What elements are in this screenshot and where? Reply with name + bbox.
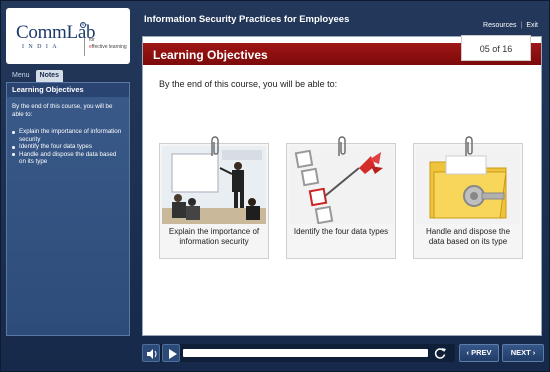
notes-panel: Learning Objectives By the end of this c…: [6, 82, 130, 336]
replay-button[interactable]: [432, 344, 448, 362]
volume-button[interactable]: [142, 344, 160, 362]
course-title: Information Security Practices for Emplo…: [144, 14, 350, 25]
registered-icon: R: [80, 22, 86, 28]
chevron-left-icon: ‹: [466, 348, 469, 357]
speaker-icon: [147, 349, 157, 359]
replay-icon: [434, 348, 446, 359]
tab-notes[interactable]: Notes: [35, 70, 63, 82]
logo-tagline: for effective learning: [89, 37, 127, 51]
objective-card-2: Identify the four data types: [286, 136, 396, 259]
objective-card-1: Explain the importance of information se…: [159, 136, 269, 259]
progress-bar[interactable]: [183, 349, 428, 357]
notes-body: By the end of this course, you will be a…: [7, 97, 129, 172]
logo-tag-text: effective learning: [89, 44, 127, 51]
link-separator: |: [520, 22, 523, 29]
prev-button[interactable]: ‹ PREV: [459, 344, 499, 362]
resources-link[interactable]: Resources: [483, 22, 516, 29]
logo-divider: [84, 38, 85, 56]
logo-subtitle: INDIA: [22, 44, 61, 50]
page-indicator: 05 of 16: [461, 35, 531, 61]
chevron-right-icon: ›: [532, 348, 536, 357]
top-links: Resources | Exit: [483, 22, 538, 29]
next-label: NEXT: [510, 348, 531, 357]
objective-caption: Explain the importance of information se…: [168, 227, 260, 246]
prev-label: PREV: [471, 348, 492, 357]
logo: CommLab R INDIA for effective learning: [6, 8, 130, 64]
notes-heading: Learning Objectives: [7, 83, 129, 97]
paperclip-icon: [465, 136, 473, 156]
list-item: Identify the four data types: [12, 143, 124, 151]
tab-menu[interactable]: Menu: [8, 70, 34, 82]
next-button[interactable]: NEXT ›: [502, 344, 544, 362]
play-icon: [169, 349, 177, 359]
slide-intro: By the end of this course, you will be a…: [159, 79, 338, 89]
list-item: Explain the importance of information se…: [12, 128, 124, 143]
list-item: Handle and dispose the data based on its…: [12, 151, 124, 166]
paperclip-icon: [338, 136, 346, 156]
notes-list: Explain the importance of information se…: [12, 128, 124, 166]
notes-intro: By the end of this course, you will be a…: [12, 103, 113, 118]
objective-card-3: Handle and dispose the data based on its…: [413, 136, 523, 259]
logo-tag-for: for: [89, 37, 95, 43]
exit-link[interactable]: Exit: [526, 22, 538, 29]
objective-caption: Handle and dispose the data based on its…: [425, 227, 511, 246]
paperclip-icon: [211, 136, 219, 156]
sidebar-tabs: Menu Notes: [8, 70, 63, 82]
objective-caption: Identify the four data types: [293, 227, 389, 236]
play-button[interactable]: [162, 344, 180, 362]
slide-content: Learning Objectives 05 of 16 By the end …: [142, 35, 542, 336]
logo-tag-rest: ffective learning: [91, 44, 127, 50]
slide-title: Learning Objectives: [153, 48, 268, 62]
